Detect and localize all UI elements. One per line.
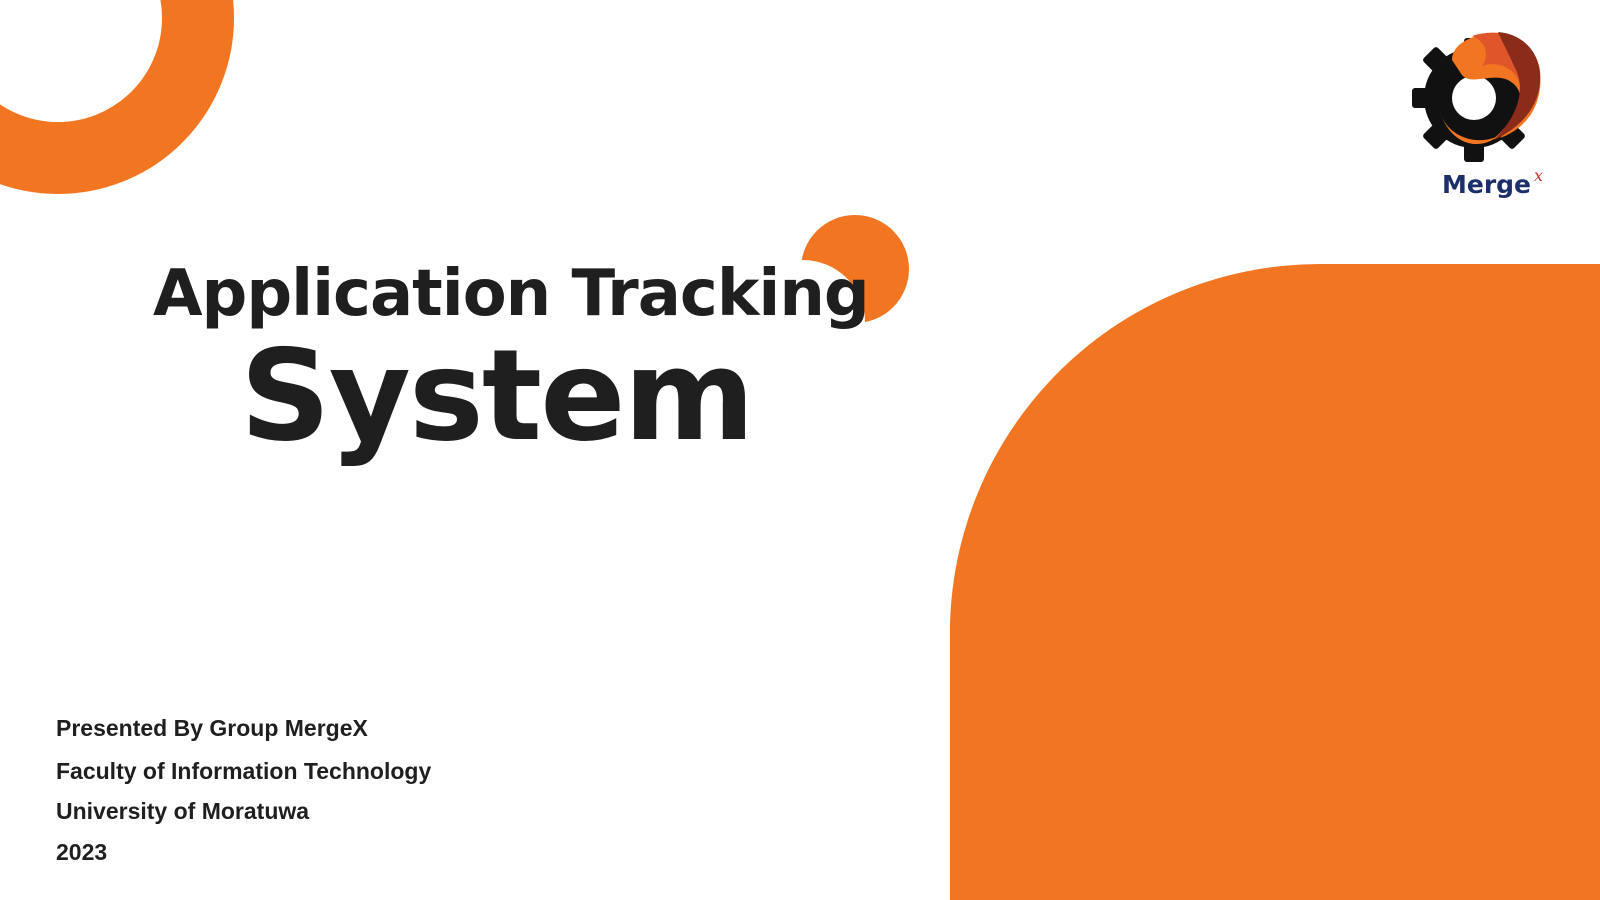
- title-line-2: System: [240, 322, 755, 469]
- logo-text: Merge: [1442, 170, 1532, 199]
- year: 2023: [56, 839, 108, 865]
- ring-decoration: [0, 0, 234, 194]
- presenter-group: Presented By Group MergeX: [56, 715, 368, 741]
- logo-superscript: x: [1534, 166, 1544, 185]
- university-name: University of Moratuwa: [56, 798, 310, 824]
- orange-block-decoration: [950, 264, 1600, 900]
- title-line-1: Application Tracking: [153, 257, 870, 331]
- slide: Merge x Application Tracking System Pres…: [0, 0, 1600, 900]
- faculty-name: Faculty of Information Technology: [56, 758, 432, 784]
